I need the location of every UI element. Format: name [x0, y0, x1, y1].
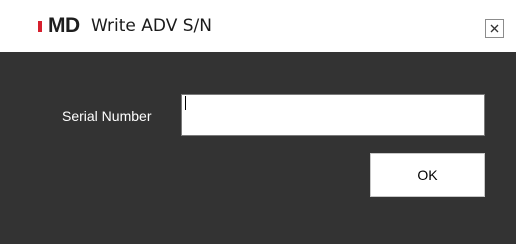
ok-button[interactable]: OK	[370, 153, 485, 197]
title-bar: MD Write ADV S/N	[0, 0, 516, 52]
close-icon	[490, 24, 499, 33]
dialog-body: Serial Number OK	[0, 52, 516, 244]
text-caret	[185, 96, 186, 110]
dialog-title: Write ADV S/N	[91, 16, 212, 36]
logo-mark	[38, 21, 42, 32]
serial-number-label: Serial Number	[62, 108, 152, 124]
dialog-window: MD Write ADV S/N Serial Number OK	[0, 0, 516, 244]
close-button[interactable]	[485, 19, 504, 38]
app-logo: MD	[38, 15, 80, 37]
serial-number-input[interactable]	[181, 94, 485, 136]
logo-text: MD	[48, 14, 80, 37]
